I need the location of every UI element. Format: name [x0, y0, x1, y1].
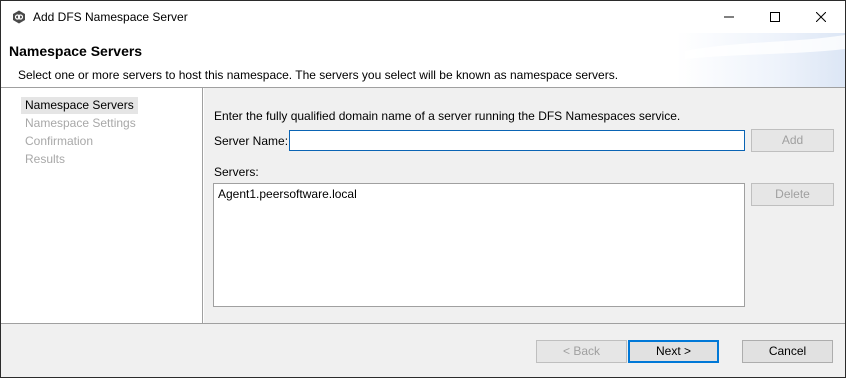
server-name-input[interactable]	[289, 130, 745, 151]
maximize-button[interactable]	[752, 1, 798, 33]
servers-list[interactable]: Agent1.peersoftware.local	[213, 183, 745, 307]
main-content: Enter the fully qualified domain name of…	[204, 88, 845, 323]
instruction-text: Enter the fully qualified domain name of…	[214, 109, 681, 123]
delete-button[interactable]: Delete	[751, 183, 834, 206]
dialog-window: Add DFS Namespace Server Namespace Serve…	[0, 0, 846, 378]
nav-item-results: Results	[25, 152, 66, 166]
server-name-label: Server Name:	[214, 134, 289, 148]
dialog-footer: < Back Next > Cancel	[1, 324, 845, 377]
maximize-icon	[770, 12, 780, 22]
next-button[interactable]: Next >	[628, 340, 719, 363]
page-description: Select one or more servers to host this …	[18, 68, 619, 82]
page-title: Namespace Servers	[9, 43, 143, 59]
nav-item-namespace-servers[interactable]: Namespace Servers	[21, 97, 138, 114]
back-button[interactable]: < Back	[536, 340, 627, 363]
minimize-icon	[724, 16, 734, 18]
cancel-button[interactable]: Cancel	[742, 340, 833, 363]
title-bar: Add DFS Namespace Server	[1, 1, 845, 33]
close-icon	[816, 12, 826, 22]
banner-swoosh-decoration	[685, 35, 845, 59]
add-button[interactable]: Add	[751, 129, 834, 152]
header-banner: Namespace Servers Select one or more ser…	[1, 33, 845, 87]
nav-item-namespace-settings: Namespace Settings	[25, 116, 136, 130]
peer-logo-icon	[12, 10, 26, 24]
nav-item-confirmation: Confirmation	[25, 134, 94, 148]
window-title: Add DFS Namespace Server	[33, 10, 188, 24]
minimize-button[interactable]	[706, 1, 752, 33]
wizard-steps-nav: Namespace Servers Namespace Settings Con…	[1, 88, 203, 323]
list-item[interactable]: Agent1.peersoftware.local	[214, 184, 744, 204]
servers-label: Servers:	[214, 165, 259, 179]
close-button[interactable]	[798, 1, 844, 33]
